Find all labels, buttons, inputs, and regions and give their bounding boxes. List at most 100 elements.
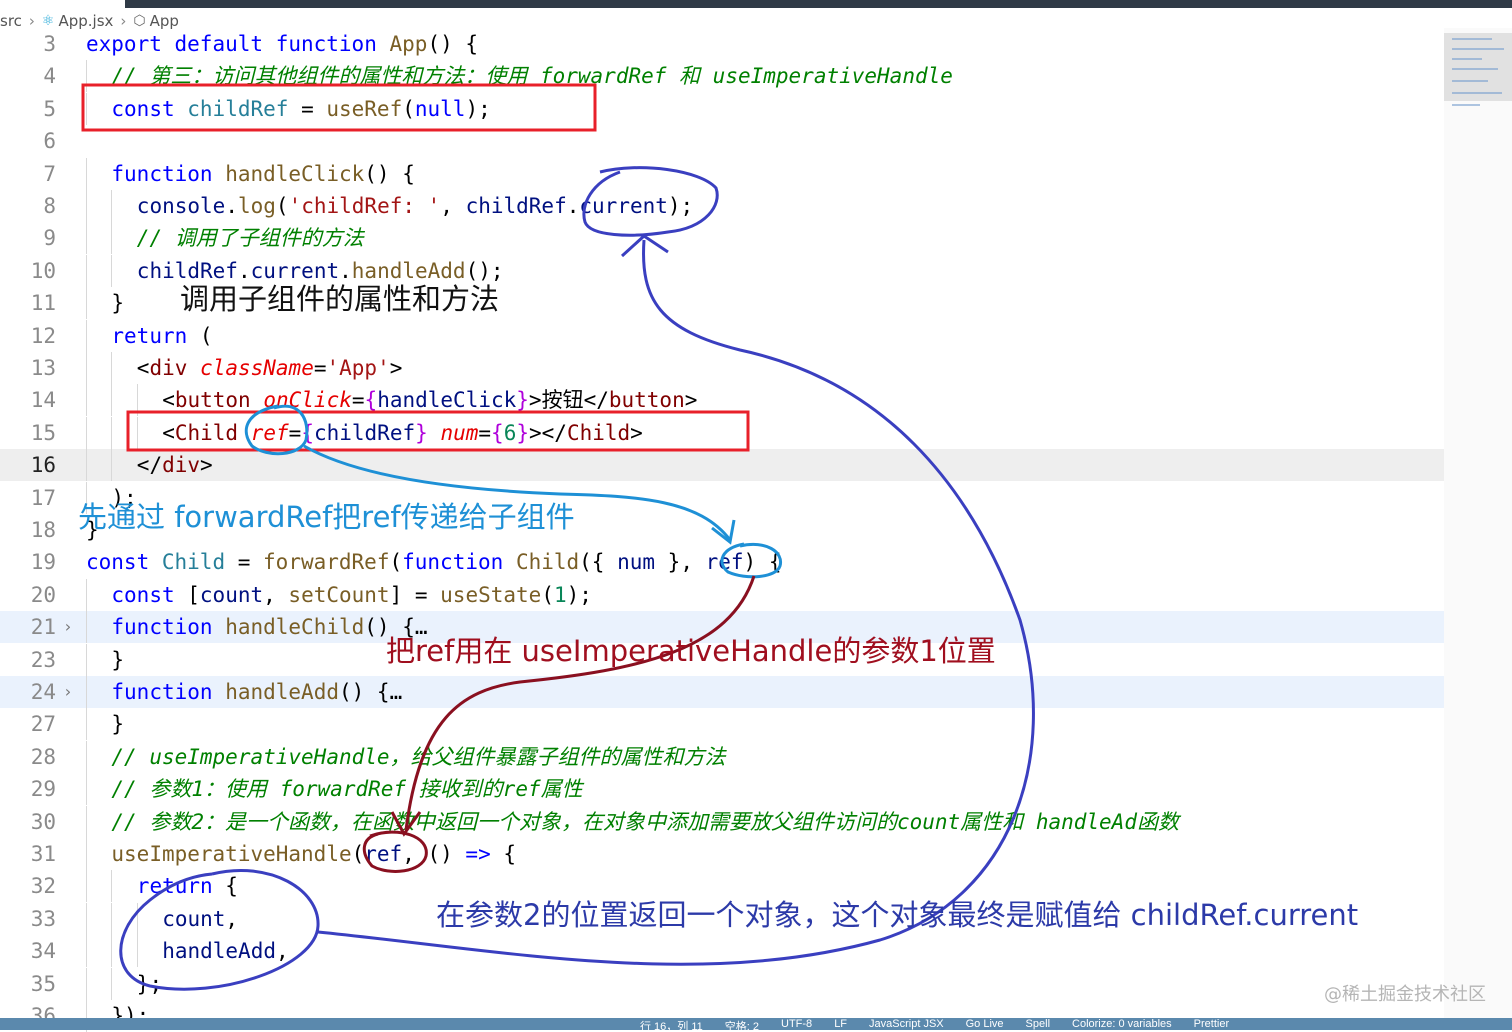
line-number: 5 xyxy=(43,96,56,121)
watermark: @稀土掘金技术社区 xyxy=(1324,984,1486,1005)
code-token: () {… xyxy=(339,680,403,704)
indent-guide xyxy=(111,384,113,417)
code-text[interactable]: const Child = forwardRef(function Child(… xyxy=(86,546,781,578)
status-encoding[interactable]: UTF-8 xyxy=(781,1018,812,1030)
code-line[interactable]: 31 useImperativeHandle(ref, () => { xyxy=(0,838,1444,870)
code-text[interactable]: // 第三：访问其他组件的属性和方法：使用 forwardRef 和 useIm… xyxy=(111,60,953,92)
code-text[interactable]: return { xyxy=(137,870,238,902)
code-token: Child xyxy=(161,550,226,575)
code-line[interactable]: 8 console.log('childRef: ', childRef.curr… xyxy=(0,190,1444,222)
annotation-forwardref: 先通过 forwardRef把ref传递给子组件 xyxy=(78,500,575,534)
code-text[interactable]: }; xyxy=(137,968,162,1000)
code-text[interactable]: } xyxy=(111,708,124,740)
indent-guide xyxy=(86,384,87,417)
code-text[interactable]: function handleClick() { xyxy=(111,158,414,190)
line-number: 14 xyxy=(30,388,56,413)
code-text[interactable]: function handleAdd() {… xyxy=(111,676,402,708)
line-number: 17 xyxy=(30,485,56,510)
code-line[interactable]: 20 const [count, setCount] = useState(1); xyxy=(0,578,1444,611)
code-token: setCount xyxy=(288,582,390,607)
code-line[interactable]: 15 <Child ref={childRef} num={6}></Child> xyxy=(0,416,1444,449)
status-prettier[interactable]: Prettier xyxy=(1194,1018,1229,1030)
code-token: Child xyxy=(515,550,580,575)
indent-guide xyxy=(86,416,87,449)
code-text[interactable]: </div> xyxy=(137,449,213,481)
code-line[interactable]: 6 xyxy=(0,125,1444,157)
code-text[interactable]: // 参数1：使用 forwardRef 接收到的ref属性 xyxy=(111,773,582,805)
code-text[interactable]: count, xyxy=(162,903,238,935)
code-token: = xyxy=(351,388,365,413)
code-line[interactable]: 34 handleAdd, xyxy=(0,935,1444,968)
code-text[interactable]: export default function App() { xyxy=(86,28,478,60)
code-text[interactable]: <Child ref={childRef} num={6}></Child> xyxy=(162,417,643,449)
code-text[interactable]: handleAdd, xyxy=(162,935,288,967)
code-token: , xyxy=(225,906,239,931)
status-spell[interactable]: Spell xyxy=(1026,1018,1050,1030)
line-number: 34 xyxy=(30,939,56,964)
code-text[interactable]: console.log('childRef: ', childRef.curre… xyxy=(137,190,693,222)
line-number: 7 xyxy=(43,161,56,186)
code-token: forwardRef xyxy=(263,550,390,575)
fold-chevron-icon[interactable]: › xyxy=(63,676,73,708)
minimap-slider[interactable] xyxy=(1444,33,1512,101)
title-bar xyxy=(0,0,1512,8)
code-line[interactable]: 3 export default function App() { xyxy=(0,28,1444,60)
code-text[interactable]: // useImperativeHandle，给父组件暴露子组件的属性和方法 xyxy=(111,741,725,773)
code-line[interactable]: 28 // useImperativeHandle，给父组件暴露子组件的属性和方法 xyxy=(0,740,1444,773)
status-language[interactable]: JavaScript JSX xyxy=(869,1018,944,1030)
indent-guide xyxy=(86,578,87,611)
line-number: 9 xyxy=(43,226,56,251)
code-line[interactable]: 30 // 参数2：是一个函数，在函数中返回一个对象，在对象中添加需要放父组件访问… xyxy=(0,805,1444,838)
indent-guide xyxy=(136,416,138,449)
code-line[interactable]: 16 </div> xyxy=(0,449,1444,482)
code-line[interactable]: 29 // 参数1：使用 forwardRef 接收到的ref属性 xyxy=(0,773,1444,806)
indent-guide xyxy=(86,740,87,773)
code-token: ( xyxy=(402,96,415,121)
code-text[interactable]: const childRef = useRef(null); xyxy=(111,93,490,125)
code-line[interactable]: 27} xyxy=(0,708,1444,741)
status-golive[interactable]: Go Live xyxy=(966,1018,1004,1030)
code-token: function xyxy=(402,550,504,575)
code-line[interactable]: 4 // 第三：访问其他组件的属性和方法：使用 forwardRef 和 useI… xyxy=(0,60,1444,93)
minimap-line xyxy=(1452,58,1482,60)
code-line[interactable]: 7 function handleClick() { xyxy=(0,157,1444,190)
code-text[interactable]: return ( xyxy=(111,320,212,352)
code-text[interactable]: // 参数2：是一个函数，在函数中返回一个对象，在对象中添加需要放父组件访问的c… xyxy=(111,806,1179,838)
status-colorize[interactable]: Colorize: 0 variables xyxy=(1072,1018,1172,1030)
code-token: { xyxy=(212,874,238,899)
code-token: childRef xyxy=(313,420,416,445)
code-line[interactable]: 9 // 调用了子组件的方法 xyxy=(0,222,1444,255)
code-line[interactable]: 12 return ( xyxy=(0,319,1444,352)
status-position[interactable]: 行 16，列 11 xyxy=(640,1018,703,1030)
code-line[interactable]: 13 <div className='App'> xyxy=(0,352,1444,384)
code-line[interactable]: 24 › function handleAdd() {… xyxy=(0,676,1444,708)
indent-guide xyxy=(86,967,87,1000)
status-eol[interactable]: LF xyxy=(834,1018,847,1030)
annotation-param1: 把ref用在 useImperativeHandle的参数1位置 xyxy=(386,634,996,668)
code-text[interactable]: } xyxy=(111,287,124,319)
code-token: ); xyxy=(566,582,592,607)
status-spaces[interactable]: 空格: 2 xyxy=(725,1018,759,1030)
code-text[interactable]: useImperativeHandle(ref, () => { xyxy=(111,838,516,870)
code-token: { xyxy=(491,420,504,445)
code-text[interactable]: // 调用了子组件的方法 xyxy=(137,222,364,254)
code-text[interactable]: const [count, setCount] = useState(1); xyxy=(111,579,592,611)
code-text[interactable]: } xyxy=(111,644,124,676)
minimap-line xyxy=(1452,68,1498,70)
code-line[interactable]: 5 const childRef = useRef(null); xyxy=(0,92,1444,125)
code-token: ({ xyxy=(579,550,618,575)
fold-chevron-icon[interactable]: › xyxy=(63,611,73,643)
code-text[interactable]: <div className='App'> xyxy=(137,352,403,384)
code-line[interactable]: 19 const Child = forwardRef(function Chil… xyxy=(0,546,1444,578)
code-line[interactable]: 14 <button onClick={handleClick}>按钮</butt… xyxy=(0,384,1444,417)
code-token: function xyxy=(275,32,377,56)
code-text[interactable]: <button onClick={handleClick}>按钮</button… xyxy=(162,384,697,416)
code-line[interactable]: 35}; xyxy=(0,967,1444,1000)
code-token: useImperativeHandle xyxy=(111,842,352,866)
minimap[interactable] xyxy=(1444,28,1512,1018)
code-text[interactable]: function handleChild() {… xyxy=(111,611,427,643)
code-token: default xyxy=(174,32,264,56)
